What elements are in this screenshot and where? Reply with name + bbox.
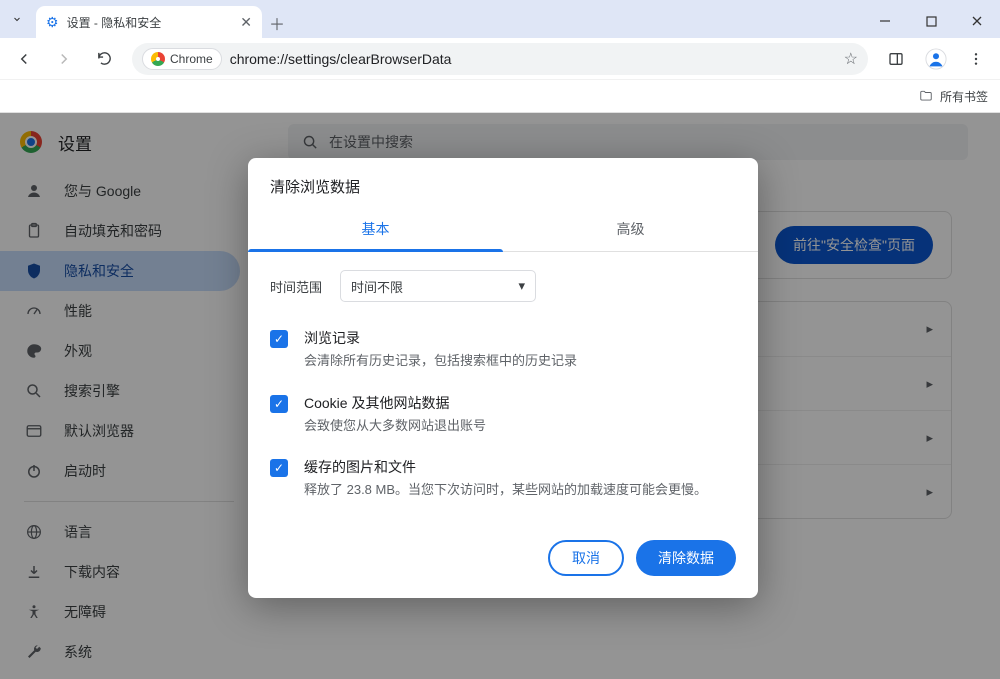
checkbox-checked-icon[interactable]: ✓ — [270, 330, 288, 348]
address-bar[interactable]: Chrome chrome://settings/clearBrowserDat… — [132, 43, 868, 75]
tab-basic[interactable]: 基本 — [248, 207, 503, 251]
option-subtitle: 会清除所有历史记录，包括搜索框中的历史记录 — [304, 351, 577, 371]
folder-icon — [918, 89, 934, 103]
minimize-button[interactable] — [862, 4, 908, 38]
option-title: Cookie 及其他网站数据 — [304, 393, 486, 413]
cancel-button[interactable]: 取消 — [548, 540, 624, 576]
option-subtitle: 释放了 23.8 MB。当您下次访问时，某些网站的加载速度可能会更慢。 — [304, 480, 707, 500]
chevron-down-icon: ▾ — [518, 278, 525, 294]
tab-search-button[interactable] — [0, 0, 34, 38]
clear-data-button[interactable]: 清除数据 — [636, 540, 736, 576]
time-range-label: 时间范围 — [270, 277, 322, 296]
checkbox-checked-icon[interactable]: ✓ — [270, 459, 288, 477]
close-tab-icon[interactable]: ✕ — [240, 14, 252, 31]
window-controls — [862, 4, 1000, 38]
option-subtitle: 会致使您从大多数网站退出账号 — [304, 416, 486, 436]
reload-button[interactable] — [86, 43, 122, 75]
forward-button[interactable] — [46, 43, 82, 75]
back-button[interactable] — [6, 43, 42, 75]
bookmarks-bar: 所有书签 — [0, 80, 1000, 113]
gear-icon: ⚙ — [46, 14, 59, 31]
profile-button[interactable] — [918, 43, 954, 75]
option-title: 浏览记录 — [304, 328, 577, 348]
dialog-tabs: 基本 高级 — [248, 207, 758, 252]
dialog-title: 清除浏览数据 — [248, 158, 758, 207]
new-tab-button[interactable]: ＋ — [262, 8, 292, 38]
option-cached[interactable]: ✓ 缓存的图片和文件 释放了 23.8 MB。当您下次访问时，某些网站的加载速度… — [270, 449, 736, 514]
chrome-logo-icon — [151, 52, 165, 66]
url-text: chrome://settings/clearBrowserData — [230, 51, 836, 67]
clear-browsing-data-dialog: 清除浏览数据 基本 高级 时间范围 时间不限 ▾ ✓ 浏览记录 会清除所有历史记… — [248, 158, 758, 598]
tab-advanced[interactable]: 高级 — [503, 207, 758, 251]
tab-title: 设置 - 隐私和安全 — [67, 14, 233, 31]
option-cookies[interactable]: ✓ Cookie 及其他网站数据 会致使您从大多数网站退出账号 — [270, 385, 736, 450]
site-info-chip[interactable]: Chrome — [142, 48, 222, 70]
option-browsing-history[interactable]: ✓ 浏览记录 会清除所有历史记录，包括搜索框中的历史记录 — [270, 320, 736, 385]
site-info-label: Chrome — [170, 52, 213, 66]
close-window-button[interactable] — [954, 4, 1000, 38]
page: 设置 在设置中搜索 您与 Google 自动填充和密码 隐私和安全 性能 外观 … — [0, 113, 1000, 679]
menu-button[interactable] — [958, 43, 994, 75]
checkbox-checked-icon[interactable]: ✓ — [270, 395, 288, 413]
browser-toolbar: Chrome chrome://settings/clearBrowserDat… — [0, 38, 1000, 80]
time-range-select[interactable]: 时间不限 ▾ — [340, 270, 536, 302]
side-panel-button[interactable] — [878, 43, 914, 75]
titlebar: ⚙ 设置 - 隐私和安全 ✕ ＋ — [0, 0, 1000, 38]
option-title: 缓存的图片和文件 — [304, 457, 707, 477]
bookmark-star-icon[interactable]: ☆ — [844, 49, 858, 69]
time-range-value: 时间不限 — [351, 277, 403, 296]
maximize-button[interactable] — [908, 4, 954, 38]
all-bookmarks-link[interactable]: 所有书签 — [940, 88, 988, 105]
browser-tab[interactable]: ⚙ 设置 - 隐私和安全 ✕ — [36, 6, 262, 38]
